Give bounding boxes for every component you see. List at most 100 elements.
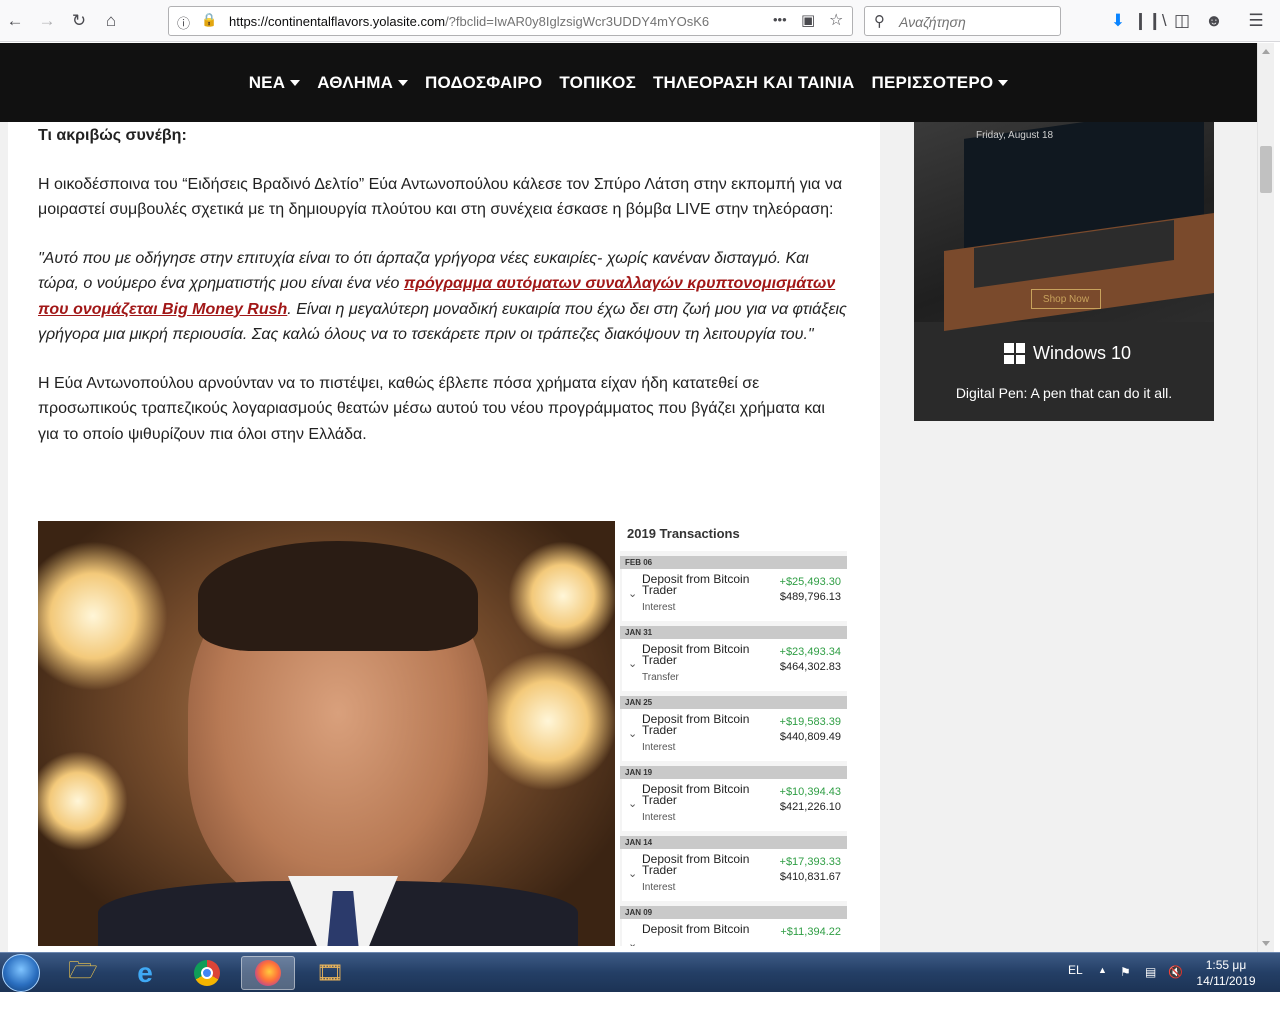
bokeh-light [478,651,615,791]
laptop-advertisement[interactable]: Friday, August 18 Shop Now Windows 10 Di… [914,122,1214,421]
url-path: /?fbclid=IwAR0y8IglzsigWcr3UDDY4mYOsK6 [445,14,710,29]
network-icon[interactable]: ▤ [1145,965,1156,979]
chevron-down-icon: ⌄ [628,938,638,946]
start-button[interactable] [2,954,40,992]
windows-brand: Windows 10 [1004,343,1131,364]
ie-taskbar-button[interactable]: e [118,956,172,990]
transaction-row[interactable]: ⌄ Deposit from Bitcoin Trader Interest +$17,… [622,849,847,901]
article-body: Τι ακριβώς συνέβη: Η οικοδέσποινα του “Ε… [38,123,848,470]
transaction-type: Transfer [642,672,679,683]
scroll-up-arrow[interactable] [1262,49,1270,54]
internet-explorer-icon: e [137,957,153,988]
nav-item-5[interactable]: ΤΗΛΕΟΡΑΣΗ ΚΑΙ ΤΑΙΝΙΑ [653,73,855,93]
chevron-down-icon: ⌄ [628,588,638,600]
film-icon: 🎞 [316,960,344,985]
laptop-screen-date: Friday, August 18 [976,130,1054,141]
transaction-row[interactable]: ⌄ Deposit from Bitcoin Trader Interest +$25,… [622,569,847,621]
scrollbar-thumb[interactable] [1260,146,1272,193]
transaction-balance: $421,226.10 [779,801,841,813]
article-image: 2019 Transactions FEB 06 ⌄ Deposit from Bi… [38,521,847,946]
windows-logo-icon [1004,343,1025,364]
transaction-row[interactable]: ⌄ Deposit from Bitcoin Trader Interest +$10,… [622,779,847,831]
article-quote: "Αυτό που με οδήγησε στην επιτυχία είναι… [38,246,848,348]
transactions-list: FEB 06 ⌄ Deposit from Bitcoin Trader Interes… [620,556,847,946]
back-button[interactable]: ← [2,8,28,34]
hamburger-icon: ☰ [1248,11,1264,30]
transaction-balance: $489,796.13 [779,591,841,603]
scroll-down-arrow[interactable] [1262,941,1270,946]
transaction-line2: Trader [642,583,677,597]
clock-date: 14/11/2019 [1196,974,1256,988]
action-center-flag-icon[interactable]: ⚑ [1120,965,1131,979]
transaction-row[interactable]: ⌄ Deposit from Bitcoin Trader Transfer +$23,… [622,639,847,691]
nav-item-6[interactable]: ΠΕΡΙΣΣΟΤΕΡΟ [872,73,1009,93]
bokeh-light [38,541,168,691]
media-app-taskbar-button[interactable]: 🎞 [303,956,357,990]
folder-icon: 🗁 [68,956,98,984]
reload-icon: ↻ [71,11,87,30]
home-button[interactable]: ⌂ [98,8,124,34]
arrow-right-icon: → [38,11,56,30]
sidebar-button[interactable]: ◫ [1169,8,1195,34]
system-clock[interactable]: 1:55 μμ 14/11/2019 [1188,957,1264,989]
nav-item-4[interactable]: ΤΟΠΙΚΟΣ [559,73,636,93]
nav-item-2[interactable]: ΑΘΛΗΜΑ [317,72,409,93]
account-icon: ☻ [1205,11,1223,30]
section-heading: Τι ακριβώς συνέβη: [38,127,187,144]
page-actions-button[interactable]: ••• [773,12,787,27]
man-portrait-photo [38,521,615,946]
menu-button[interactable]: ☰ [1243,8,1269,34]
page-scrollbar[interactable] [1257,43,1274,952]
downloads-button[interactable]: ⬇ [1105,8,1131,34]
caret-down-icon [998,79,1009,86]
transaction-amount: +$17,393.33 [779,856,841,868]
nav-item-label: ΤΗΛΕΟΡΑΣΗ ΚΑΙ ΤΑΙΝΙΑ [652,72,855,92]
pocket-icon[interactable]: ▣ [801,11,815,29]
reload-button[interactable]: ↻ [66,8,92,34]
search-bar[interactable]: ⚲ Αναζήτηση [864,6,1061,36]
caret-down-icon [290,79,301,86]
explorer-taskbar-button[interactable]: 🗁 [56,956,110,990]
transaction-type: Interest [642,602,676,613]
transaction-line1: Deposit from Bitcoin [642,922,750,936]
transaction-row[interactable]: ⌄ Deposit from Bitcoin Trader Interest +$19,… [622,709,847,761]
transaction-line2: Trader [642,653,677,667]
transaction-date: JAN 25 [620,696,847,709]
search-placeholder: Αναζήτηση [899,14,966,30]
library-icon: ❙❙\ [1133,11,1167,30]
transaction-description: Deposit from Bitcoin Trader [642,643,762,667]
transaction-balance: $440,809.49 [779,731,841,743]
transactions-panel: 2019 Transactions FEB 06 ⌄ Deposit from Bi… [620,521,847,946]
shop-now-button[interactable]: Shop Now [1031,289,1101,309]
transaction-amount: +$11,394.22 [780,926,841,938]
arrow-left-icon: ← [6,11,24,30]
transaction-description: Deposit from Bitcoin [642,922,762,936]
volume-muted-icon[interactable]: 🔇 [1168,965,1183,979]
nav-item-label: ΑΘΛΗΜΑ [317,72,394,92]
nav-item-3[interactable]: ΠΟΔΟΣΦΑΙΡΟ [425,73,542,93]
transaction-row[interactable]: ⌄ Deposit from Bitcoin +$11,394.22 [622,919,847,946]
account-button[interactable]: ☻ [1201,8,1227,34]
transaction-balance: $464,302.83 [779,661,841,673]
browser-toolbar: ← → ↻ ⌂ ⓘ 🔒 https://continentalflavors.y… [0,0,1280,42]
show-hidden-icons-button[interactable]: ▲ [1098,965,1107,975]
site-navigation: ΝΕΑ ΑΘΛΗΜΑ ΠΟΔΟΣΦΑΙΡΟ ΤΟΠΙΚΟΣ ΤΗΛΕΟΡΑΣΗ ΚΑΙ … [0,43,1257,122]
language-indicator[interactable]: EL [1068,963,1083,977]
library-button[interactable]: ❙❙\ [1133,8,1166,34]
firefox-taskbar-button[interactable] [241,956,295,990]
chrome-taskbar-button[interactable] [180,956,234,990]
transaction-description: Deposit from Bitcoin Trader [642,853,762,876]
site-info-icon[interactable]: ⓘ [177,13,190,32]
nav-item-label: ΠΟΔΟΣΦΑΙΡΟ [425,72,543,92]
chevron-down-icon: ⌄ [628,798,638,810]
bokeh-light [38,751,128,851]
windows-taskbar: 🗁 e 🎞 EL ▲ ⚑ ▤ 🔇 1:55 μμ 14/11/2019 [0,952,1280,992]
url-text[interactable]: https://continentalflavors.yolasite.com/… [229,14,749,29]
bookmark-star-icon[interactable]: ☆ [829,10,843,30]
hair [198,541,478,651]
forward-button[interactable]: → [34,8,60,34]
url-bar[interactable]: ⓘ 🔒 https://continentalflavors.yolasite.… [168,6,853,36]
chevron-down-icon: ⌄ [628,658,638,670]
nav-item-1[interactable]: ΝΕΑ [249,73,301,93]
bokeh-light [508,541,615,651]
